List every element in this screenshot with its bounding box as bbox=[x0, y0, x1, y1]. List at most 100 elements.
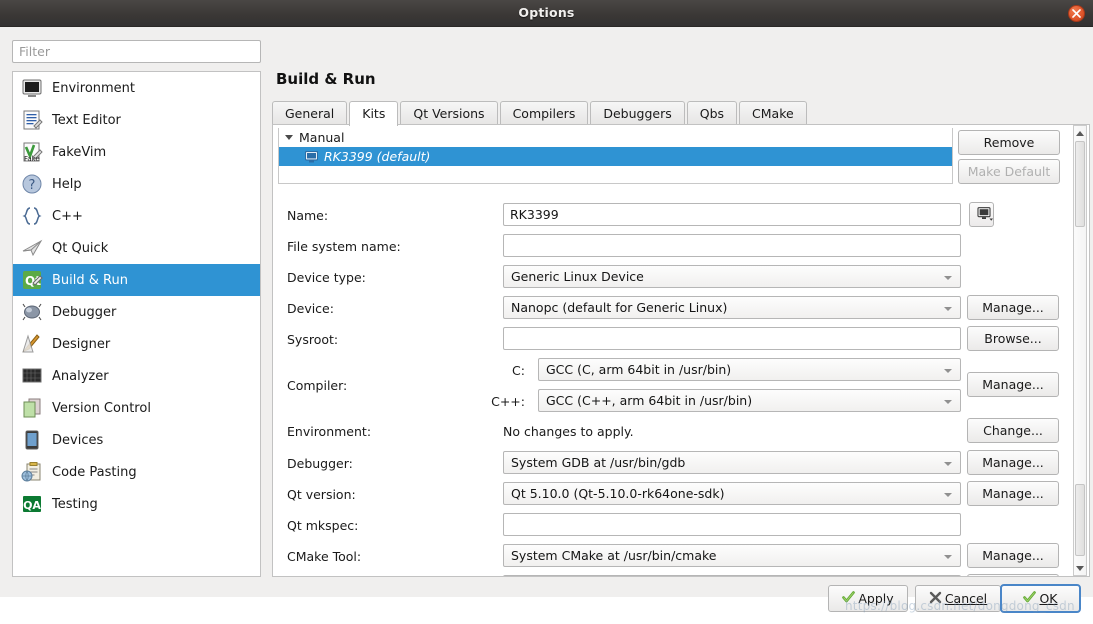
svg-text:Fake: Fake bbox=[24, 155, 40, 163]
sidebar-item-label: Text Editor bbox=[52, 112, 121, 128]
chevron-down-icon bbox=[944, 369, 952, 373]
kits-pane: Manual RK3399 (default) Remove Make Defa… bbox=[272, 124, 1090, 577]
cmake-tool-combo[interactable]: System CMake at /usr/bin/cmake bbox=[503, 544, 961, 567]
file-system-name-input[interactable] bbox=[503, 234, 961, 257]
sidebar-item-testing[interactable]: QA Testing bbox=[13, 488, 260, 520]
cmake-tool-manage-button[interactable]: Manage... bbox=[967, 543, 1059, 568]
code-pasting-icon bbox=[21, 461, 43, 483]
sidebar-item-text-editor[interactable]: Text Editor bbox=[13, 104, 260, 136]
sysroot-label: Sysroot: bbox=[287, 332, 339, 347]
cross-icon bbox=[929, 591, 942, 607]
sidebar-item-label: Testing bbox=[52, 496, 98, 512]
device-manage-button[interactable]: Manage... bbox=[967, 295, 1059, 320]
window-title-bar: Options bbox=[0, 0, 1093, 27]
remove-button[interactable]: Remove bbox=[958, 130, 1060, 155]
sidebar-item-debugger[interactable]: Debugger bbox=[13, 296, 260, 328]
cancel-button[interactable]: Cancel bbox=[915, 585, 1001, 612]
qt-quick-icon bbox=[21, 237, 43, 259]
apply-button[interactable]: Apply bbox=[828, 585, 908, 612]
tab-kits[interactable]: Kits bbox=[349, 101, 399, 126]
monitor-dropdown-icon bbox=[977, 206, 993, 221]
debugger-label: Debugger: bbox=[287, 456, 353, 471]
devices-icon bbox=[21, 429, 43, 451]
compiler-cpp-value: GCC (C++, arm 64bit in /usr/bin) bbox=[546, 393, 753, 408]
sidebar-item-code-pasting[interactable]: Code Pasting bbox=[13, 456, 260, 488]
sidebar-item-label: Help bbox=[52, 176, 82, 192]
debugger-manage-button[interactable]: Manage... bbox=[967, 450, 1059, 475]
scrollbar-thumb[interactable] bbox=[1075, 141, 1085, 227]
monitor-icon bbox=[305, 150, 318, 163]
debugger-combo[interactable]: System GDB at /usr/bin/gdb bbox=[503, 451, 961, 474]
sidebar-item-environment[interactable]: Environment bbox=[13, 72, 260, 104]
options-dialog: Environment Text Editor Fake FakeVim ? H… bbox=[0, 27, 1093, 613]
qt-version-manage-button[interactable]: Manage... bbox=[967, 481, 1059, 506]
analyzer-icon bbox=[21, 365, 43, 387]
sysroot-browse-button[interactable]: Browse... bbox=[967, 326, 1059, 351]
name-input[interactable] bbox=[503, 203, 961, 226]
svg-text:QA: QA bbox=[23, 499, 41, 512]
tab-qbs[interactable]: Qbs bbox=[686, 101, 738, 125]
debugger-icon bbox=[21, 301, 43, 323]
environment-value: No changes to apply. bbox=[503, 424, 634, 439]
pane-scrollbar[interactable] bbox=[1073, 125, 1087, 576]
compiler-cpp-label: C++: bbox=[491, 394, 525, 409]
cmake-tool-value: System CMake at /usr/bin/cmake bbox=[511, 548, 717, 563]
tab-qt-versions[interactable]: Qt Versions bbox=[400, 101, 498, 125]
device-type-combo[interactable]: Generic Linux Device bbox=[503, 265, 961, 288]
apply-button-label: Apply bbox=[858, 591, 894, 606]
name-device-button[interactable] bbox=[969, 202, 994, 227]
tab-debuggers[interactable]: Debuggers bbox=[590, 101, 685, 125]
compiler-c-combo[interactable]: GCC (C, arm 64bit in /usr/bin) bbox=[538, 358, 961, 381]
tree-group-manual[interactable]: Manual bbox=[279, 128, 952, 147]
sidebar-item-label: Qt Quick bbox=[52, 240, 109, 256]
sidebar-item-analyzer[interactable]: Analyzer bbox=[13, 360, 260, 392]
sidebar-item-help[interactable]: ? Help bbox=[13, 168, 260, 200]
compiler-c-value: GCC (C, arm 64bit in /usr/bin) bbox=[546, 362, 732, 377]
device-combo[interactable]: Nanopc (default for Generic Linux) bbox=[503, 296, 961, 319]
qt-version-value: Qt 5.10.0 (Qt-5.10.0-rk64one-sdk) bbox=[511, 486, 725, 501]
environment-change-button[interactable]: Change... bbox=[967, 418, 1059, 443]
compiler-manage-button[interactable]: Manage... bbox=[967, 372, 1059, 397]
check-icon bbox=[1023, 590, 1037, 607]
scrollbar-thumb-lower[interactable] bbox=[1075, 484, 1085, 556]
sidebar-item-fakevim[interactable]: Fake FakeVim bbox=[13, 136, 260, 168]
filter-input[interactable] bbox=[12, 40, 261, 63]
compiler-cpp-combo[interactable]: GCC (C++, arm 64bit in /usr/bin) bbox=[538, 389, 961, 412]
sidebar-item-devices[interactable]: Devices bbox=[13, 424, 260, 456]
sidebar-item-qt-quick[interactable]: Qt Quick bbox=[13, 232, 260, 264]
make-default-button[interactable]: Make Default bbox=[958, 159, 1060, 184]
chevron-down-icon bbox=[944, 462, 952, 466]
qt-version-combo[interactable]: Qt 5.10.0 (Qt-5.10.0-rk64one-sdk) bbox=[503, 482, 961, 505]
tree-item-rk3399[interactable]: RK3399 (default) bbox=[279, 147, 952, 166]
options-category-list[interactable]: Environment Text Editor Fake FakeVim ? H… bbox=[12, 71, 261, 577]
qt-version-label: Qt version: bbox=[287, 487, 356, 502]
ok-button[interactable]: OK bbox=[1000, 584, 1081, 613]
cpp-icon bbox=[21, 205, 43, 227]
qt-mkspec-input[interactable] bbox=[503, 513, 961, 536]
sidebar-item-designer[interactable]: Designer bbox=[13, 328, 260, 360]
fakevim-icon: Fake bbox=[21, 141, 43, 163]
chevron-down-icon bbox=[944, 276, 952, 280]
sidebar-item-label: Analyzer bbox=[52, 368, 109, 384]
device-type-value: Generic Linux Device bbox=[511, 269, 644, 284]
cmake-tool-label: CMake Tool: bbox=[287, 549, 362, 564]
chevron-down-icon[interactable] bbox=[285, 135, 293, 140]
sidebar-item-version-control[interactable]: Version Control bbox=[13, 392, 260, 424]
sysroot-input[interactable] bbox=[503, 327, 961, 350]
kit-tree[interactable]: Manual RK3399 (default) bbox=[278, 128, 953, 184]
tab-cmake[interactable]: CMake bbox=[739, 101, 807, 125]
tab-general[interactable]: General bbox=[272, 101, 348, 125]
page-title: Build & Run bbox=[276, 70, 376, 88]
close-icon[interactable] bbox=[1068, 5, 1085, 22]
window-title: Options bbox=[518, 5, 575, 20]
sidebar-item-label: Designer bbox=[52, 336, 111, 352]
chevron-down-icon bbox=[944, 400, 952, 404]
sidebar-item-cpp[interactable]: C++ bbox=[13, 200, 260, 232]
sidebar-item-label: Environment bbox=[52, 80, 136, 96]
svg-text:?: ? bbox=[29, 178, 36, 193]
tab-compilers[interactable]: Compilers bbox=[499, 101, 589, 125]
scroll-up-arrow-icon[interactable] bbox=[1074, 127, 1086, 140]
sidebar-item-label: Debugger bbox=[52, 304, 117, 320]
sidebar-item-build-and-run[interactable]: Qt Build & Run bbox=[13, 264, 260, 296]
environment-icon bbox=[21, 77, 43, 99]
